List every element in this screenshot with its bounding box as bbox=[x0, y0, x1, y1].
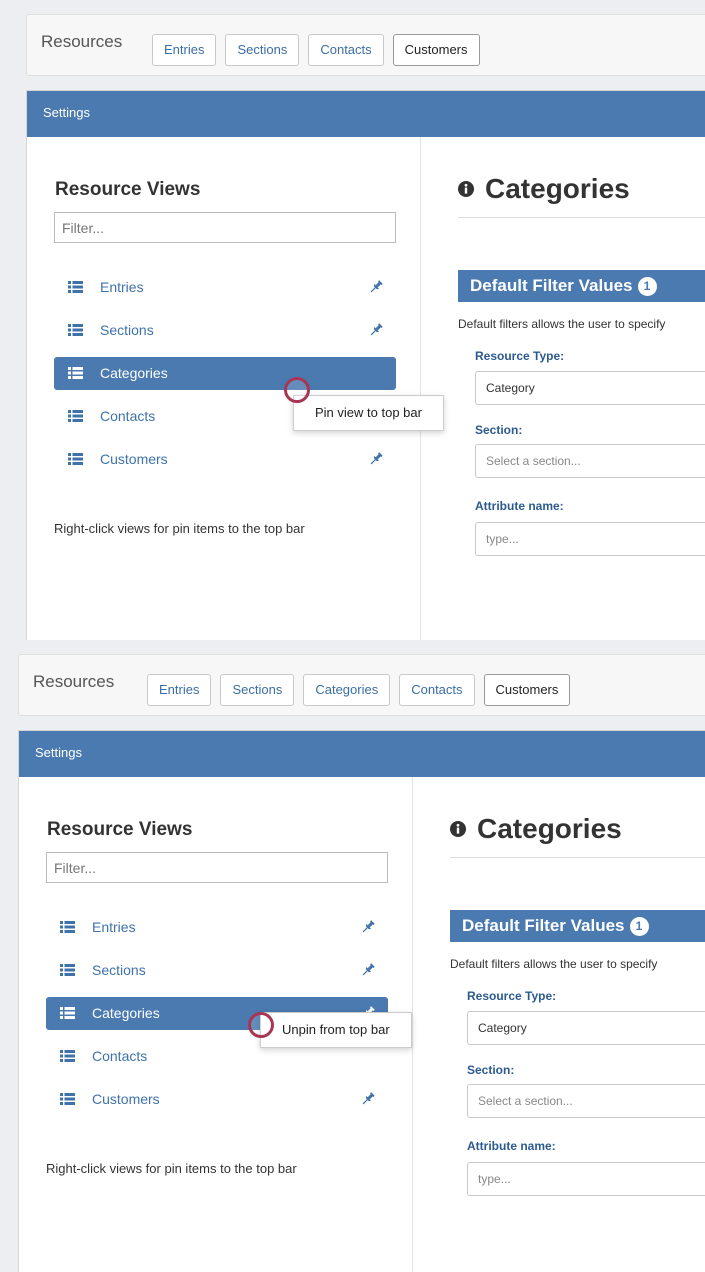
resource-views-column: Resource Views Entries Sections Categories… bbox=[27, 137, 421, 640]
default-filter-description: Default filters allows the user to speci… bbox=[450, 957, 658, 971]
default-filter-values-header: Default Filter Values 1 bbox=[450, 910, 705, 942]
pin-icon[interactable] bbox=[360, 1091, 376, 1107]
pin-icon[interactable] bbox=[368, 279, 384, 295]
resource-view-categories[interactable]: Categories bbox=[54, 357, 396, 390]
settings-header: Settings bbox=[27, 91, 705, 137]
resource-type-label: Resource Type: bbox=[467, 989, 557, 1003]
pinned-view-categories[interactable]: Categories bbox=[303, 674, 391, 706]
resources-top-bar: Resources Entries Sections Contacts Custome… bbox=[26, 14, 705, 76]
pinned-view-sections[interactable]: Sections bbox=[220, 674, 295, 706]
list-icon bbox=[60, 964, 75, 976]
resource-view-label: Categories bbox=[92, 1005, 160, 1021]
list-icon bbox=[68, 324, 83, 336]
attribute-name-input[interactable]: type... bbox=[475, 522, 705, 556]
list-icon bbox=[68, 281, 83, 293]
resource-view-label: Entries bbox=[92, 919, 136, 935]
pinned-view-entries[interactable]: Entries bbox=[147, 674, 212, 706]
pin-hint: Right-click views for pin items to the t… bbox=[46, 1161, 297, 1176]
resource-view-label: Contacts bbox=[92, 1048, 148, 1064]
attribute-name-label: Attribute name: bbox=[475, 499, 564, 513]
screenshot-before: Resources Entries Sections Contacts Custome… bbox=[0, 0, 705, 640]
pin-icon[interactable] bbox=[368, 322, 384, 338]
info-icon bbox=[450, 821, 466, 837]
filter-input[interactable] bbox=[46, 852, 388, 883]
settings-header: Settings bbox=[19, 731, 705, 777]
resource-view-sections[interactable]: Sections bbox=[46, 954, 388, 987]
list-icon bbox=[60, 1050, 75, 1062]
section-label: Section: bbox=[475, 423, 523, 437]
list-icon bbox=[60, 1007, 75, 1019]
resources-label: Resources bbox=[33, 672, 115, 691]
context-menu-item[interactable]: Pin view to top bar bbox=[293, 395, 444, 431]
resource-view-customers[interactable]: Customers bbox=[54, 443, 396, 476]
resource-views-list: Entries Sections Categories Contacts Custome… bbox=[54, 271, 396, 486]
section-select[interactable]: Select a section... bbox=[475, 444, 705, 478]
resource-type-field[interactable]: Category bbox=[467, 1011, 705, 1045]
section-select[interactable]: Select a section... bbox=[467, 1084, 705, 1118]
pinned-view-contacts[interactable]: Contacts bbox=[399, 674, 475, 706]
resource-view-entries[interactable]: Entries bbox=[46, 911, 388, 944]
default-filter-values-title: Default Filter Values bbox=[462, 916, 625, 935]
cursor-indicator bbox=[248, 1012, 274, 1038]
list-icon bbox=[60, 921, 75, 933]
context-menu-item[interactable]: Unpin from top bar bbox=[260, 1012, 412, 1048]
pin-icon[interactable] bbox=[360, 919, 376, 935]
default-filter-values-header: Default Filter Values 1 bbox=[458, 270, 705, 302]
filter-input[interactable] bbox=[54, 212, 396, 243]
resource-view-label: Entries bbox=[100, 279, 144, 295]
resources-top-bar: Resources Entries Sections Categories Conta… bbox=[18, 654, 705, 716]
section-label: Section: bbox=[467, 1063, 515, 1077]
attribute-name-label: Attribute name: bbox=[467, 1139, 556, 1153]
pinned-view-customers[interactable]: Customers bbox=[392, 34, 480, 66]
screenshot-after: Resources Entries Sections Categories Conta… bbox=[0, 640, 705, 1272]
pin-hint: Right-click views for pin items to the t… bbox=[54, 521, 305, 536]
page-title: Categories bbox=[458, 173, 630, 205]
default-filter-description: Default filters allows the user to speci… bbox=[458, 317, 666, 331]
pinned-view-entries[interactable]: Entries bbox=[152, 34, 217, 66]
pinned-view-customers[interactable]: Customers bbox=[483, 674, 571, 706]
resource-views-title: Resource Views bbox=[47, 819, 193, 840]
list-icon bbox=[68, 367, 83, 379]
list-icon bbox=[60, 1093, 75, 1105]
attribute-name-input[interactable]: type... bbox=[467, 1162, 705, 1196]
pinned-view-contacts[interactable]: Contacts bbox=[308, 34, 384, 66]
resource-views-title: Resource Views bbox=[55, 179, 201, 200]
resource-view-label: Customers bbox=[92, 1091, 160, 1107]
resource-view-entries[interactable]: Entries bbox=[54, 271, 396, 304]
resource-view-label: Contacts bbox=[100, 408, 156, 424]
resource-type-field[interactable]: Category bbox=[475, 371, 705, 405]
settings-panel: Settings Resource Views Entries Sections C… bbox=[18, 730, 705, 1272]
view-detail: Categories Default Filter Values 1 Defaul… bbox=[414, 777, 705, 1272]
resource-view-label: Sections bbox=[100, 322, 154, 338]
page-title: Categories bbox=[450, 813, 622, 845]
pinned-view-sections[interactable]: Sections bbox=[225, 34, 300, 66]
title-divider bbox=[450, 857, 705, 858]
resource-view-sections[interactable]: Sections bbox=[54, 314, 396, 347]
page-title-text: Categories bbox=[485, 173, 630, 204]
settings-panel: Settings Resource Views Entries Sections C… bbox=[26, 90, 705, 640]
resource-view-customers[interactable]: Customers bbox=[46, 1083, 388, 1116]
resource-type-label: Resource Type: bbox=[475, 349, 565, 363]
list-icon bbox=[68, 453, 83, 465]
resources-label: Resources bbox=[41, 32, 123, 51]
resource-view-label: Sections bbox=[92, 962, 146, 978]
page-title-text: Categories bbox=[477, 813, 622, 844]
count-badge: 1 bbox=[637, 277, 657, 296]
default-filter-values-title: Default Filter Values bbox=[470, 276, 633, 295]
resource-view-label: Categories bbox=[100, 365, 168, 381]
cursor-indicator bbox=[284, 377, 310, 403]
view-detail: Categories Default Filter Values 1 Defaul… bbox=[422, 137, 705, 640]
pinned-views: Entries Sections Categories Contacts Custome… bbox=[147, 674, 579, 706]
count-badge: 1 bbox=[629, 917, 649, 936]
list-icon bbox=[68, 410, 83, 422]
title-divider bbox=[458, 217, 705, 218]
info-icon bbox=[458, 181, 474, 197]
resource-view-label: Customers bbox=[100, 451, 168, 467]
pin-icon[interactable] bbox=[368, 451, 384, 467]
pin-icon[interactable] bbox=[360, 962, 376, 978]
pinned-views: Entries Sections Contacts Customers bbox=[152, 34, 489, 66]
